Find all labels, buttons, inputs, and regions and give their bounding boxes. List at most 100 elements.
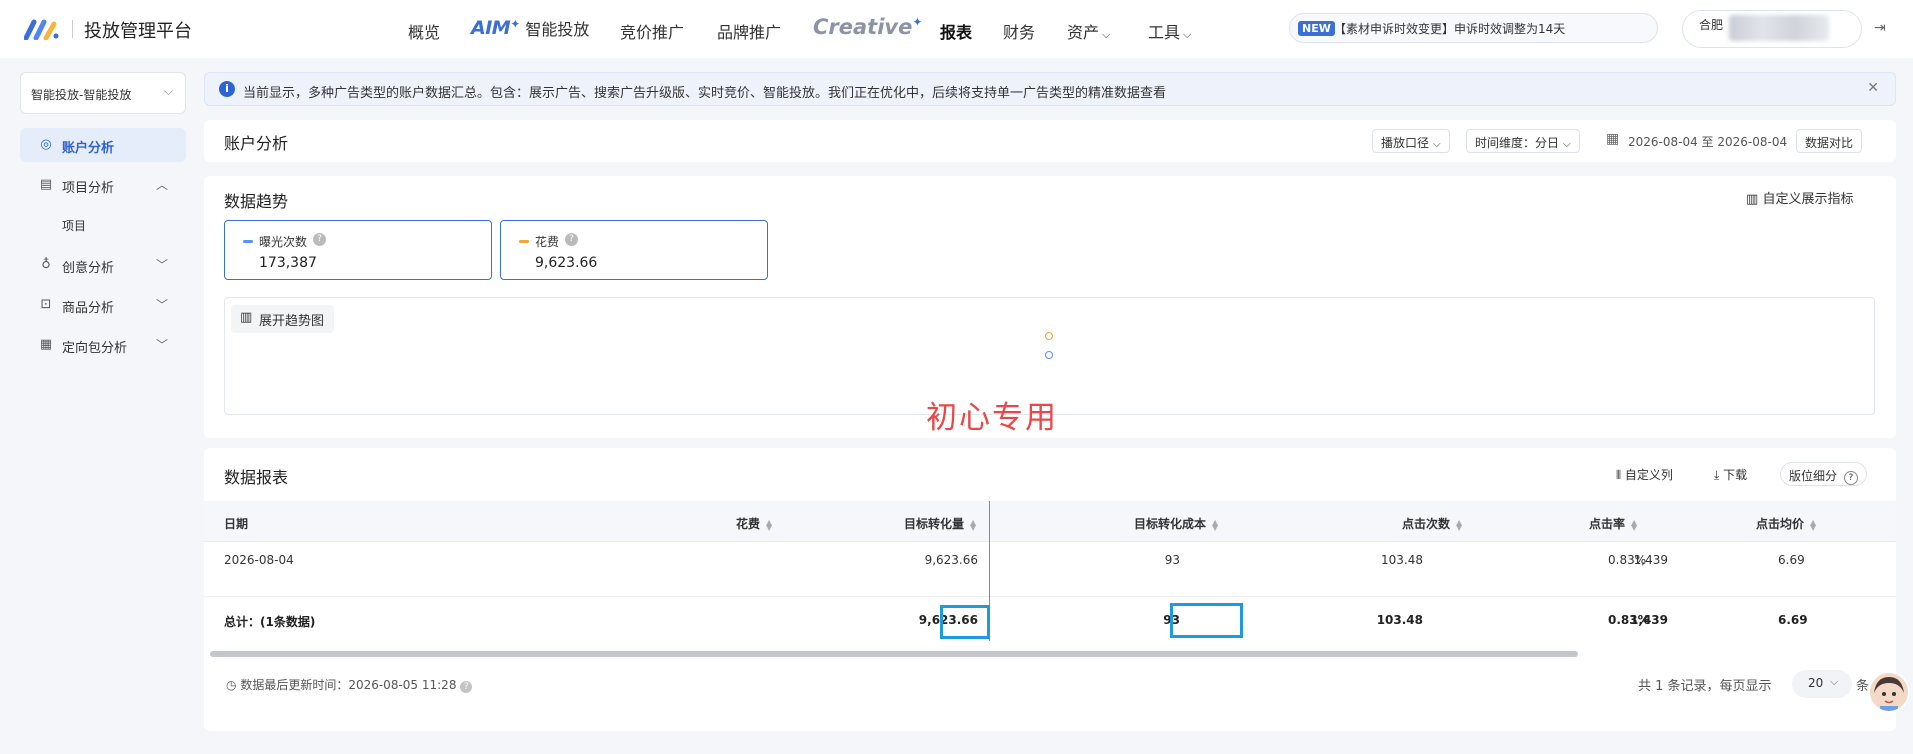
sort-icon[interactable]: ▲ ▼	[1810, 518, 1816, 531]
page-size-select[interactable]: 20 ⌵	[1792, 670, 1852, 698]
sort-icon[interactable]: ▲ ▼	[1456, 518, 1462, 531]
caliber-select[interactable]: 播放口径 ⌵	[1372, 129, 1450, 153]
cell-spend: 9,623.66	[924, 553, 978, 567]
custom-metrics-button[interactable]: ▥ 自定义展示指标	[1746, 188, 1853, 207]
help-icon[interactable]: ?	[565, 233, 578, 246]
custom-metrics-label: 自定义展示指标	[1762, 192, 1854, 207]
col-header-conversion-cost[interactable]: 目标转化成本 ▲ ▼	[1134, 515, 1218, 532]
page-title: 账户分析	[224, 134, 289, 153]
sidebar-item-label: 账户分析	[62, 141, 115, 156]
calendar-icon[interactable]: ▦	[1606, 131, 1619, 147]
cell-date: 2026-08-04	[224, 553, 294, 567]
cell-avg-cpc: 6.69	[1778, 553, 1805, 567]
metric-card-impressions[interactable]: 曝光次数 ? 173,387	[224, 220, 492, 280]
table-horizontal-scrollbar[interactable]	[210, 651, 1578, 657]
nav-assets-label: 资产	[1067, 23, 1100, 42]
chevron-down-icon: ⌵	[1183, 28, 1192, 41]
account-header-card: 账户分析 播放口径 ⌵ 时间维度：分日 ⌵ ▦ 2026-08-04 至 2026-…	[204, 120, 1896, 162]
sort-icon[interactable]: ▲ ▼	[1212, 518, 1218, 531]
col-header-conversions[interactable]: 目标转化量 ▲ ▼	[904, 515, 976, 532]
report-title: 数据报表	[224, 468, 289, 487]
sidebar-item-label: 商品分析	[62, 301, 115, 316]
nav-tools[interactable]: 工具 ⌵	[1148, 19, 1191, 43]
download-button[interactable]: ⤓ 下载	[1714, 466, 1747, 483]
new-badge: NEW	[1298, 21, 1335, 36]
expand-trend-button[interactable]: ▥ 展开趋势图	[231, 305, 335, 333]
columns-icon: ⫴	[1616, 468, 1622, 482]
download-icon: ⤓	[1714, 468, 1720, 482]
nav-reports[interactable]: 报表	[940, 19, 972, 43]
sidebar-item-label: 项目分析	[62, 181, 115, 196]
creative-brand-logo: Creative	[813, 15, 913, 39]
help-icon[interactable]: ?	[313, 233, 326, 246]
col-header-clicks[interactable]: 点击次数 ▲ ▼	[1402, 515, 1462, 532]
nav-creative[interactable]: Creative✦	[813, 15, 922, 39]
bar-chart-icon: ▥	[1746, 192, 1759, 207]
info-icon: i	[219, 81, 235, 97]
col-header-avg-cpc[interactable]: 点击均价 ▲ ▼	[1756, 515, 1816, 532]
highlight-box-conversions	[940, 605, 990, 639]
sidebar-item-label: 定向包分析	[62, 341, 128, 356]
shopping-bag-icon: ⊡	[40, 297, 52, 312]
info-text: 当前显示，多种广告类型的账户数据汇总。包含：展示广告、搜索广告升级版、实时竞价、…	[243, 86, 1167, 101]
chevron-down-icon: ﹀	[155, 338, 168, 352]
nav-finance[interactable]: 财务	[1003, 19, 1035, 43]
impressions-point	[1045, 351, 1053, 359]
cell-total-ctr: 0.83%	[1608, 613, 1650, 627]
col-header-spend[interactable]: 花费 ▲ ▼	[736, 515, 772, 532]
account-type-value: 智能投放-智能投放	[31, 88, 132, 102]
logo-divider	[72, 20, 73, 38]
col-header-label: 点击均价	[1756, 517, 1805, 531]
sidebar-item-project[interactable]: 项目	[20, 208, 186, 242]
date-range[interactable]: 2026-08-04 至 2026-08-04	[1628, 133, 1787, 150]
highlight-box-conversion-cost	[1170, 603, 1243, 638]
nav-smart-label: 智能投放	[525, 20, 590, 39]
account-type-select[interactable]: 智能投放-智能投放 ⌵	[20, 72, 186, 114]
aim-brand-logo: AIM	[471, 17, 511, 39]
chevron-down-icon: ﹀	[155, 258, 168, 272]
nav-bidding[interactable]: 竞价推广	[620, 19, 684, 43]
data-compare-button[interactable]: 数据对比	[1796, 129, 1863, 153]
last-updated-text: 数据最后更新时间：2026-08-05 11:28	[240, 678, 457, 692]
sidebar-item-product-analysis[interactable]: ⊡ 商品分析 ﹀	[20, 288, 186, 322]
sidebar-item-label: 项目	[62, 219, 87, 233]
time-dimension-select[interactable]: 时间维度：分日 ⌵	[1466, 129, 1580, 153]
nav-aim-smart[interactable]: AIM✦ 智能投放	[471, 15, 589, 39]
custom-columns-button[interactable]: ⫴ 自定义列	[1616, 466, 1673, 483]
chart-doc-icon: ▤	[39, 177, 53, 192]
expand-trend-label: 展开趋势图	[259, 314, 325, 329]
sort-icon[interactable]: ▲ ▼	[970, 518, 976, 531]
nav-overview[interactable]: 概览	[408, 19, 440, 43]
user-account-pill[interactable]: 合肥	[1682, 10, 1862, 48]
download-label: 下载	[1723, 468, 1748, 482]
cell-conversion-cost: 103.48	[1381, 553, 1423, 567]
sort-icon[interactable]: ▲ ▼	[1631, 518, 1637, 531]
metric-card-spend[interactable]: 花费 ? 9,623.66	[500, 220, 768, 280]
chevron-down-icon: ⌵	[1102, 28, 1111, 41]
cell-total-label: 总计：(1条数据)	[224, 615, 316, 629]
nav-brand[interactable]: 品牌推广	[717, 19, 781, 43]
metric-name: 花费	[535, 235, 560, 249]
help-icon: ?	[1843, 471, 1858, 485]
notice-pill[interactable]: NEW 【素材申诉时效变更】申诉时效调整为14天	[1289, 13, 1658, 43]
sparkle-icon: ✦	[912, 15, 923, 29]
sort-icon[interactable]: ▲ ▼	[766, 518, 772, 531]
spend-point	[1045, 332, 1053, 340]
help-icon[interactable]: ?	[460, 681, 473, 693]
sidebar-item-targeting-analysis[interactable]: ▦ 定向包分析 ﹀	[20, 328, 186, 362]
collapse-panel-icon[interactable]: ⇥	[1874, 20, 1890, 36]
sidebar-item-account-analysis[interactable]: ◎ 账户分析	[20, 128, 186, 162]
sparkle-icon: ✦	[510, 17, 521, 31]
page-size-value: 20	[1808, 676, 1824, 690]
col-header-ctr[interactable]: 点击率 ▲ ▼	[1589, 515, 1637, 532]
assistant-avatar[interactable]	[1868, 671, 1910, 713]
col-header-date: 日期	[224, 517, 249, 531]
position-breakdown-button[interactable]: 版位细分 ?	[1780, 462, 1867, 486]
chevron-up-icon: ︿	[155, 178, 168, 192]
target-doc-icon: ▦	[39, 337, 53, 352]
sidebar-item-creative-analysis[interactable]: ♁ 创意分析 ﹀	[20, 248, 186, 282]
nav-assets[interactable]: 资产 ⌵	[1067, 19, 1110, 43]
close-icon[interactable]: ✕	[1867, 80, 1879, 96]
sidebar-item-project-analysis[interactable]: ▤ 项目分析 ︿	[20, 168, 186, 202]
platform-logo-icon[interactable]	[24, 18, 60, 40]
